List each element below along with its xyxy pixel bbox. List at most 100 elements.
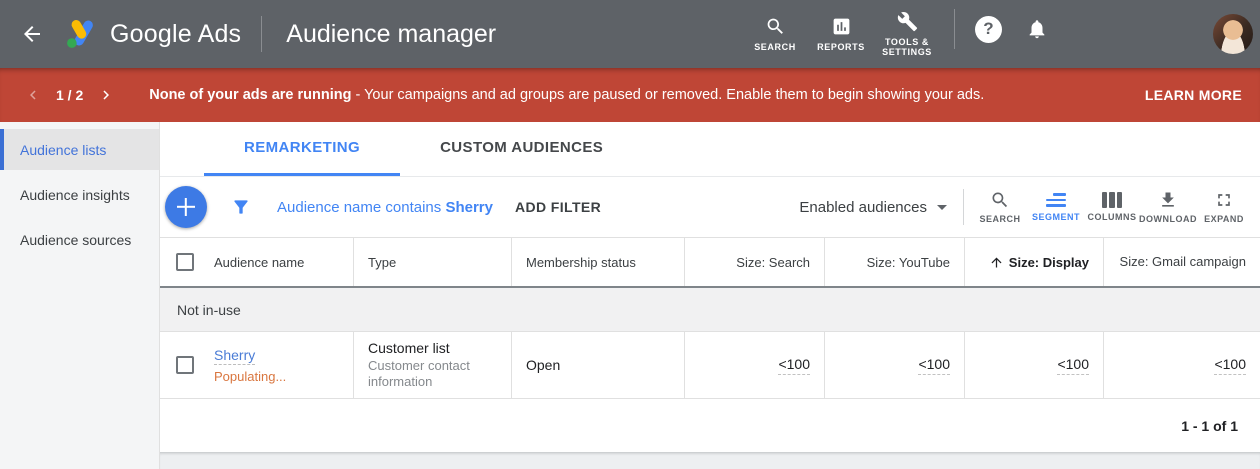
back-button[interactable] <box>20 21 46 47</box>
download-button[interactable]: DOWNLOAD <box>1140 190 1196 224</box>
expand-label: EXPAND <box>1204 214 1244 224</box>
help-button[interactable]: ? <box>975 16 1002 43</box>
size-gmail-value[interactable]: <100 <box>1214 356 1246 375</box>
tab-label: CUSTOM AUDIENCES <box>440 139 603 156</box>
toolbar-divider <box>963 189 964 225</box>
audience-filter-dropdown[interactable]: Enabled audiences <box>799 199 947 216</box>
size-search-cell: <100 <box>685 332 825 398</box>
table-search-button[interactable]: SEARCH <box>972 190 1028 224</box>
chevron-left-icon <box>24 86 42 104</box>
tools-settings-nav-button[interactable]: TOOLS & SETTINGS <box>874 11 940 57</box>
column-header-size-gmail[interactable]: Size: Gmail campaign <box>1104 238 1260 286</box>
topbar-divider-2 <box>954 9 955 49</box>
name-stack: Sherry Populating... <box>214 347 286 384</box>
reports-icon <box>831 16 852 37</box>
column-header-size-youtube[interactable]: Size: YouTube <box>825 238 965 286</box>
banner-pager: 1 / 2 <box>56 87 83 103</box>
column-header-size-display[interactable]: Size: Display <box>965 238 1104 286</box>
sidebar-item-label: Audience sources <box>20 232 131 248</box>
add-audience-button[interactable] <box>165 186 207 228</box>
brand-name: Google Ads <box>110 20 241 49</box>
main-panel: REMARKETING CUSTOM AUDIENCES Audience na… <box>160 122 1260 469</box>
sidebar-item-label: Audience insights <box>20 187 130 203</box>
expand-icon <box>1214 190 1234 210</box>
column-header-audience-name[interactable]: Audience name <box>160 238 354 286</box>
sort-ascending-icon <box>989 255 1004 270</box>
row-checkbox[interactable] <box>176 356 194 374</box>
content: Audience lists Audience insights Audienc… <box>0 122 1260 469</box>
banner-prev-button[interactable] <box>24 86 42 104</box>
toolbar: Audience name contains Sherry ADD FILTER… <box>160 177 1260 238</box>
membership-status-cell: Open <box>512 332 685 398</box>
populating-status: Populating... <box>214 369 286 384</box>
content-background <box>160 452 1260 469</box>
sidebar: Audience lists Audience insights Audienc… <box>0 122 160 469</box>
learn-more-button[interactable]: LEARN MORE <box>1145 87 1244 103</box>
google-ads-logo-icon[interactable] <box>64 18 100 50</box>
segment-icon <box>1046 192 1066 208</box>
bell-icon <box>1026 18 1048 40</box>
type-value: Customer list <box>368 340 497 356</box>
segment-button[interactable]: SEGMENT <box>1028 192 1084 222</box>
columns-icon <box>1102 192 1122 208</box>
search-nav-button[interactable]: SEARCH <box>742 16 808 52</box>
expand-button[interactable]: EXPAND <box>1196 190 1252 224</box>
column-label: Audience name <box>214 255 304 270</box>
audience-name-link[interactable]: Sherry <box>214 347 255 365</box>
segment-label: SEGMENT <box>1032 212 1080 222</box>
page-title: Audience manager <box>286 20 496 49</box>
back-arrow-icon <box>20 22 44 46</box>
type-cell: Customer list Customer contact informati… <box>354 332 512 398</box>
alert-banner: 1 / 2 None of your ads are running - You… <box>0 68 1260 122</box>
membership-status-value: Open <box>526 357 560 373</box>
banner-title: None of your ads are running <box>149 87 351 103</box>
size-search-value[interactable]: <100 <box>778 356 810 375</box>
filter-prefix: Audience name contains <box>277 199 441 216</box>
group-row-not-in-use: Not in-use <box>160 288 1260 332</box>
column-label: Size: Display <box>1009 255 1089 270</box>
download-label: DOWNLOAD <box>1139 214 1197 224</box>
download-icon <box>1158 190 1178 210</box>
pagination-label: 1 - 1 of 1 <box>1181 418 1238 434</box>
group-label: Not in-use <box>177 302 241 318</box>
search-nav-label: SEARCH <box>754 42 796 52</box>
notifications-button[interactable] <box>1026 18 1048 40</box>
sidebar-item-audience-sources[interactable]: Audience sources <box>0 219 159 260</box>
banner-next-button[interactable] <box>97 86 115 104</box>
audience-filter-value: Enabled audiences <box>799 199 927 216</box>
reports-nav-button[interactable]: REPORTS <box>808 16 874 52</box>
wrench-icon <box>897 11 918 32</box>
column-header-size-search[interactable]: Size: Search <box>685 238 825 286</box>
tab-remarketing[interactable]: REMARKETING <box>204 122 400 176</box>
select-all-checkbox[interactable] <box>176 253 194 271</box>
filter-value: Sherry <box>445 199 493 216</box>
tab-label: REMARKETING <box>244 139 360 156</box>
avatar[interactable] <box>1213 14 1253 54</box>
column-label: Type <box>368 255 396 270</box>
reports-nav-label: REPORTS <box>817 42 865 52</box>
google-ads-audience-manager: Google Ads Audience manager SEARCH REPOR… <box>0 0 1260 469</box>
add-filter-button[interactable]: ADD FILTER <box>515 199 601 215</box>
column-header-type[interactable]: Type <box>354 238 512 286</box>
tools-settings-nav-label: TOOLS & SETTINGS <box>879 37 935 57</box>
topbar-actions: SEARCH REPORTS TOOLS & SETTINGS ? <box>742 9 1048 59</box>
sidebar-item-audience-lists[interactable]: Audience lists <box>0 129 159 170</box>
size-display-value[interactable]: <100 <box>1057 356 1089 375</box>
chevron-right-icon <box>97 86 115 104</box>
size-gmail-cell: <100 <box>1104 332 1260 398</box>
active-filter-chip[interactable]: Audience name contains Sherry <box>277 199 493 216</box>
topbar-divider <box>261 16 262 52</box>
columns-button[interactable]: COLUMNS <box>1084 192 1140 222</box>
help-icon: ? <box>983 19 993 39</box>
column-header-membership-status[interactable]: Membership status <box>512 238 685 286</box>
size-youtube-value[interactable]: <100 <box>918 356 950 375</box>
toolbar-actions: Enabled audiences SEARCH SEGMENT <box>799 189 1252 225</box>
size-youtube-cell: <100 <box>825 332 965 398</box>
sidebar-item-audience-insights[interactable]: Audience insights <box>0 174 159 215</box>
tab-bar: REMARKETING CUSTOM AUDIENCES <box>160 122 1260 177</box>
table-header: Audience name Type Membership status Siz… <box>160 238 1260 288</box>
column-label: Size: Search <box>736 255 810 270</box>
banner-detail: - Your campaigns and ad groups are pause… <box>356 87 985 103</box>
tab-custom-audiences[interactable]: CUSTOM AUDIENCES <box>400 122 643 176</box>
filter-funnel-icon[interactable] <box>231 197 251 217</box>
